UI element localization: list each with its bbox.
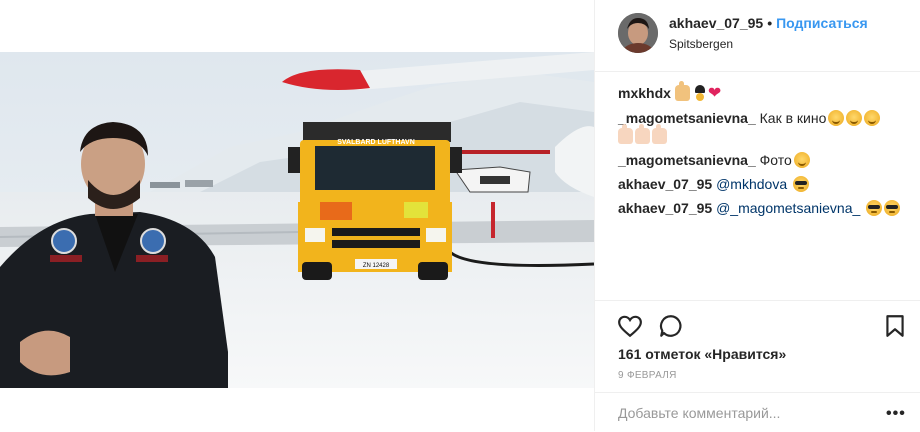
- comment-item: akhaev_07_95 @mkhdova: [618, 175, 908, 193]
- thumbs-up-emoji-icon: [635, 124, 650, 144]
- comment-text: Фото: [759, 152, 792, 168]
- post-sidebar: akhaev_07_95 • Подписаться Spitsbergen mxk…: [595, 0, 920, 431]
- avatar[interactable]: [618, 13, 658, 53]
- post-header: akhaev_07_95 • Подписаться Spitsbergen: [595, 0, 920, 72]
- comment-item: _magometsanievna_ Фото: [618, 151, 908, 169]
- thumbs-up-emoji-icon: [652, 124, 667, 144]
- smile-emoji-icon: [828, 110, 845, 126]
- comment-username[interactable]: _magometsanievna_: [618, 110, 756, 126]
- comment-username[interactable]: akhaev_07_95: [618, 176, 712, 192]
- heart-icon[interactable]: [617, 313, 643, 339]
- author-username[interactable]: akhaev_07_95: [669, 15, 763, 31]
- sunglasses-emoji-icon: [866, 200, 883, 216]
- thumbs-up-emoji-icon: [674, 81, 690, 101]
- sunglasses-emoji-icon: [793, 176, 810, 192]
- comment-mention[interactable]: @_magometsanievna_: [716, 200, 860, 216]
- comment-username[interactable]: _magometsanievna_: [618, 152, 756, 168]
- sunglasses-emoji-icon: [884, 200, 901, 216]
- smile-emoji-icon: [846, 110, 863, 126]
- header-line: akhaev_07_95 • Подписаться: [669, 15, 868, 31]
- comment-text: Как в кино: [759, 110, 827, 126]
- likes-count[interactable]: 161 отметок «Нравится»: [618, 346, 786, 362]
- heart-emoji-icon: ❤: [707, 85, 722, 102]
- smile-emoji-icon: [864, 110, 881, 126]
- separator-dot: •: [767, 15, 773, 31]
- add-comment-bar: •••: [595, 392, 920, 432]
- comment-username[interactable]: mxkhdx: [618, 85, 671, 101]
- action-bar: [595, 300, 920, 351]
- post-photo[interactable]: SVALBARD LUFTHAVN ZN 12428: [0, 52, 594, 388]
- post-date: 9 февраля: [618, 370, 677, 381]
- more-icon[interactable]: •••: [886, 405, 906, 423]
- comments-list: mxkhdx ❤ _magometsanievna_ Как в кино _m…: [618, 81, 908, 223]
- comment-username[interactable]: akhaev_07_95: [618, 200, 712, 216]
- comment-item: akhaev_07_95 @_magometsanievna_: [618, 199, 908, 217]
- comment-mention[interactable]: @mkhdova: [716, 176, 787, 192]
- post-media: SVALBARD LUFTHAVN ZN 12428: [0, 0, 594, 431]
- comment-item: _magometsanievna_ Как в кино: [618, 109, 908, 145]
- location-link[interactable]: Spitsbergen: [669, 37, 733, 51]
- comment-icon[interactable]: [658, 313, 684, 339]
- thumbs-up-emoji-icon: [618, 124, 633, 144]
- comment-input[interactable]: [618, 403, 858, 423]
- smile-emoji-icon: [793, 152, 810, 168]
- comment-item: mxkhdx ❤: [618, 81, 908, 103]
- follow-button[interactable]: Подписаться: [776, 15, 868, 31]
- truck-plate-text: ZN 12428: [363, 263, 390, 269]
- truck-sign-text: SVALBARD LUFTHAVN: [337, 139, 415, 146]
- bookmark-icon[interactable]: [882, 313, 908, 339]
- guardsman-emoji-icon: [694, 85, 706, 101]
